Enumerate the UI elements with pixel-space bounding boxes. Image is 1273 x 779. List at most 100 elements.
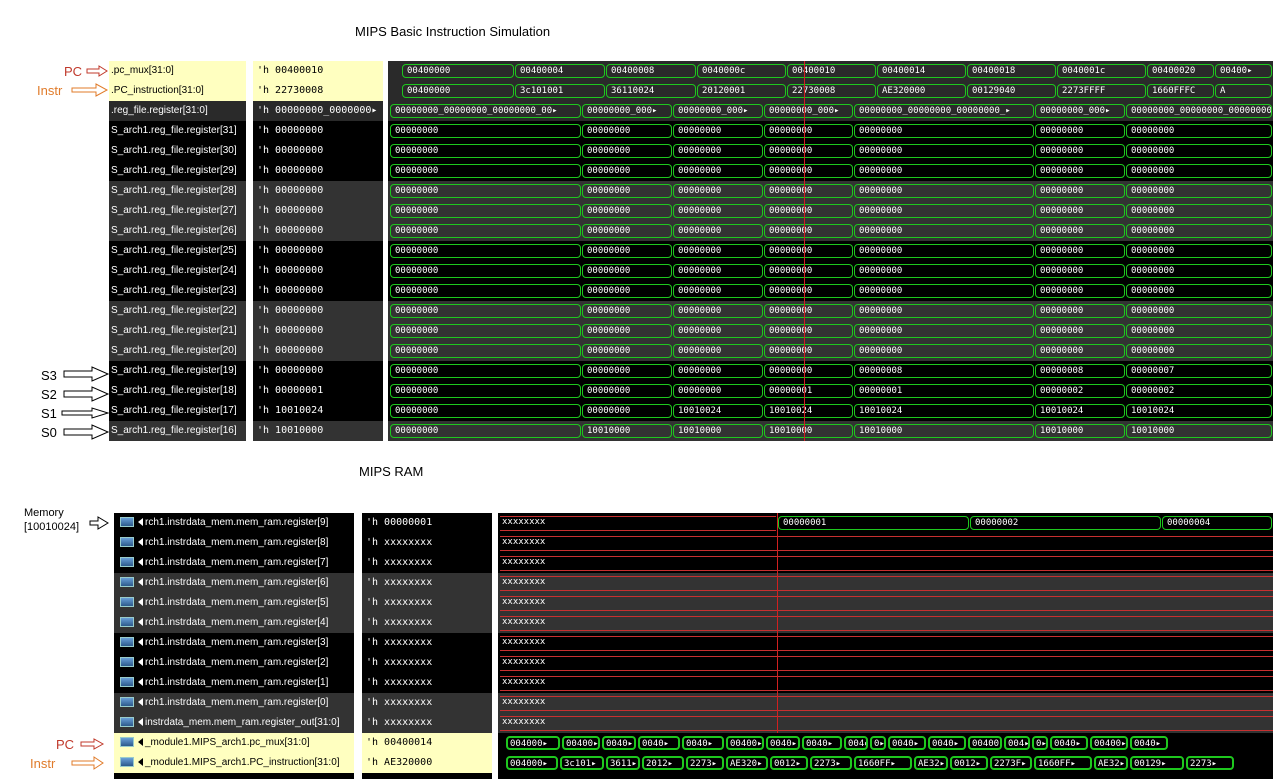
expand-arrow-icon[interactable]: [138, 738, 143, 747]
wave-segment: 00000000: [1126, 324, 1272, 338]
ram-wave-segment: 0040▸: [888, 736, 926, 750]
ram-time-cursor[interactable]: [777, 513, 778, 733]
ram-signal-name[interactable]: rch1.instrdata_mem.mem_ram.register[2]: [114, 653, 354, 673]
signal-name[interactable]: .PC_instruction[31:0]: [109, 81, 246, 101]
wave-segment: 20120001: [697, 84, 786, 98]
wave-segment: 00000000: [1126, 204, 1272, 218]
ram-signal-value: 'h xxxxxxxx: [362, 573, 492, 593]
ram-signal-name[interactable]: rch1.instrdata_mem.mem_ram.register[8]: [114, 533, 354, 553]
signal-name[interactable]: S_arch1.reg_file.register[29]: [109, 161, 246, 181]
unknown-value-line: [500, 710, 1273, 711]
ram-wave-segment: 2273▸: [686, 756, 724, 770]
signal-icon: [120, 537, 134, 548]
signal-name[interactable]: S_arch1.reg_file.register[22]: [109, 301, 246, 321]
signal-name[interactable]: S_arch1.reg_file.register[21]: [109, 321, 246, 341]
signal-name[interactable]: S_arch1.reg_file.register[26]: [109, 221, 246, 241]
ram-signal-name[interactable]: _module1.MIPS_arch1.PC_instruction[31:0]: [114, 753, 354, 773]
ram-wave-segment: 004000▸: [506, 736, 560, 750]
waveform-area[interactable]: 00400000 00400004 00400008 0040000c 00400010…: [388, 61, 1273, 441]
ram-signal-value: 'h xxxxxxxx: [362, 653, 492, 673]
ram-signal-name[interactable]: rch1.instrdata_mem.mem_ram.register[7]: [114, 553, 354, 573]
signal-value: 'h 00000000_0000000▸: [253, 101, 383, 121]
expand-arrow-icon[interactable]: [138, 618, 143, 627]
expand-arrow-icon[interactable]: [138, 518, 143, 527]
signal-icon: [120, 597, 134, 608]
ram-signal-name[interactable]: rch1.instrdata_mem.mem_ram.register[1]: [114, 673, 354, 693]
signal-name[interactable]: S_arch1.reg_file.register[16]: [109, 421, 246, 441]
ram-signal-name[interactable]: rch1.instrdata_mem.mem_ram.register[0]: [114, 693, 354, 713]
ram-wave-segment: 004000▸: [506, 756, 558, 770]
ram-signal-name[interactable]: rch1.instrdata_mem.mem_ram.register[9]: [114, 513, 354, 533]
ram-signal-name[interactable]: _module1.MIPS_arch1.pc_mux[31:0]: [114, 733, 354, 753]
wave-segment: 00000000: [582, 364, 672, 378]
signal-name[interactable]: S_arch1.reg_file.register[19]: [109, 361, 246, 381]
wave-segment: 00400004: [515, 64, 605, 78]
signal-name[interactable]: S_arch1.reg_file.register[25]: [109, 241, 246, 261]
signal-name[interactable]: S_arch1.reg_file.register[24]: [109, 261, 246, 281]
ram-wave-segment: 0012▸: [770, 756, 808, 770]
wave-segment: 00000008: [854, 364, 1034, 378]
signal-value: 'h 22730008: [253, 81, 383, 101]
signal-name[interactable]: .pc_mux[31:0]: [109, 61, 246, 81]
wave-segment: 00000000: [390, 264, 581, 278]
unknown-value-line: [500, 690, 1273, 691]
wave-segment: 00000000: [673, 304, 763, 318]
signal-name[interactable]: .reg_file.register[31:0]: [109, 101, 246, 121]
mem-wave-segment: 00000002: [970, 516, 1161, 530]
expand-arrow-icon[interactable]: [138, 558, 143, 567]
expand-arrow-icon[interactable]: [138, 658, 143, 667]
wave-segment: 36110024: [606, 84, 696, 98]
mem-wave-segment: 00000001: [778, 516, 969, 530]
signal-name[interactable]: S_arch1.reg_file.register[30]: [109, 141, 246, 161]
wave-segment: 00000000: [673, 204, 763, 218]
wave-segment: 00400008: [606, 64, 696, 78]
signal-name[interactable]: S_arch1.reg_file.register[27]: [109, 201, 246, 221]
wave-segment: 00000000: [673, 144, 763, 158]
ram-wave-segment: 0▸: [1032, 736, 1048, 750]
ram-signal-name[interactable]: rch1.instrdata_mem.mem_ram.register[6]: [114, 573, 354, 593]
unknown-value-line: [500, 650, 1273, 651]
signal-name[interactable]: S_arch1.reg_file.register[18]: [109, 381, 246, 401]
expand-arrow-icon[interactable]: [138, 698, 143, 707]
ram-signal-label: rch1.instrdata_mem.mem_ram.register[9]: [145, 517, 329, 528]
expand-arrow-icon[interactable]: [138, 758, 143, 767]
signal-icon: [120, 577, 134, 588]
unknown-value-line: [500, 716, 1273, 717]
wave-segment: 00000000: [854, 184, 1034, 198]
ram-signal-name[interactable]: rch1.instrdata_mem.mem_ram.register[3]: [114, 633, 354, 653]
wave-segment: 00400000: [402, 84, 514, 98]
wave-segment: 00000000: [582, 324, 672, 338]
expand-arrow-icon[interactable]: [138, 718, 143, 727]
ram-signal-name[interactable]: rch1.instrdata_mem.mem_ram.register[5]: [114, 593, 354, 613]
signal-name[interactable]: S_arch1.reg_file.register[31]: [109, 121, 246, 141]
expand-arrow-icon[interactable]: [138, 538, 143, 547]
wave-segment: 00000007: [1126, 364, 1272, 378]
expand-arrow-icon[interactable]: [138, 638, 143, 647]
wave-segment: 10010024: [673, 404, 763, 418]
signal-name[interactable]: S_arch1.reg_file.register[23]: [109, 281, 246, 301]
wave-segment: 1660FFFC: [1147, 84, 1214, 98]
wave-segment: 00000000: [764, 204, 853, 218]
wave-segment: 00000000: [854, 304, 1034, 318]
expand-arrow-icon[interactable]: [138, 678, 143, 687]
wave-segment: 00000000: [764, 224, 853, 238]
ram-signal-name[interactable]: rch1.instrdata_mem.mem_ram.register[4]: [114, 613, 354, 633]
wave-segment: 00000000: [764, 364, 853, 378]
time-cursor[interactable]: [804, 61, 805, 441]
wave-segment: 00000000: [854, 164, 1034, 178]
signal-name[interactable]: S_arch1.reg_file.register[20]: [109, 341, 246, 361]
wave-segment: 00000000: [673, 264, 763, 278]
ram-waveform-area[interactable]: xxxxxxxx xxxxxxxx xxxxxxxx xxxxxxxx xxxxxxxx…: [498, 513, 1273, 779]
signal-name[interactable]: S_arch1.reg_file.register[17]: [109, 401, 246, 421]
signal-name[interactable]: S_arch1.reg_file.register[28]: [109, 181, 246, 201]
wave-segment: 00000000_00000000_00000000_▸: [854, 104, 1034, 118]
expand-arrow-icon[interactable]: [138, 598, 143, 607]
ram-wave-segment: 2273▸: [810, 756, 852, 770]
wave-segment: 00000000: [1126, 164, 1272, 178]
expand-arrow-icon[interactable]: [138, 578, 143, 587]
wave-segment: 00000000: [673, 324, 763, 338]
signal-value-column: 'h 00400010'h 22730008'h 00000000_000000…: [253, 61, 383, 441]
ram-signal-name[interactable]: instrdata_mem.mem_ram.register_out[31:0]: [114, 713, 354, 733]
wave-segment: 00000000: [764, 184, 853, 198]
ram-signal-value: 'h AE320000: [362, 753, 492, 773]
